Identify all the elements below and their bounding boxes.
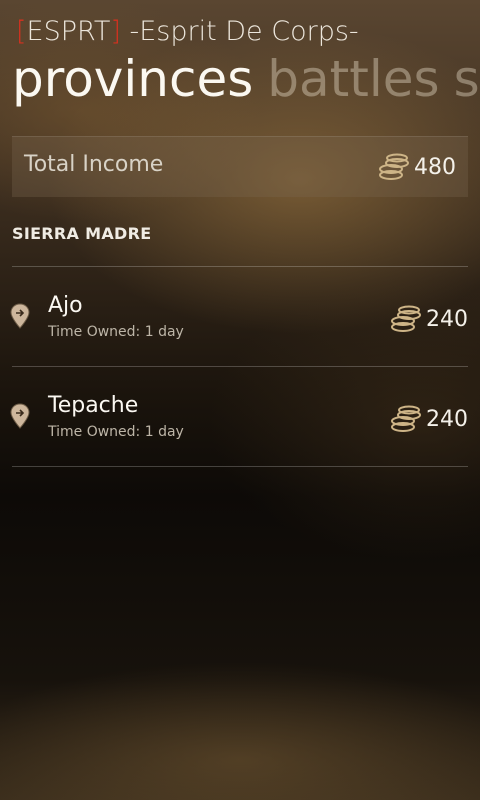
coin-stack-icon [391, 405, 421, 432]
clan-name: -Esprit De Corps- [120, 16, 359, 47]
total-income-value: 480 [414, 154, 456, 180]
app-title: [ESPRT] -Esprit De Corps- [16, 16, 359, 50]
total-income-panel: Total Income 480 [12, 136, 468, 197]
province-income-value: 240 [426, 306, 468, 332]
province-name: Tepache [48, 393, 139, 418]
province-name: Ajo [48, 293, 83, 318]
coin-stack-icon [379, 153, 409, 180]
province-time-owned: Time Owned: 1 day [48, 324, 184, 340]
map-pin-icon [10, 303, 30, 329]
province-income: 240 [390, 305, 468, 333]
tab-provinces[interactable]: provinces [12, 48, 253, 110]
total-income-label: Total Income [24, 152, 164, 177]
coin-stack-icon [391, 305, 421, 332]
province-row-tepache[interactable]: Tepache Time Owned: 1 day 240 [0, 367, 480, 467]
province-income-value: 240 [426, 406, 468, 432]
tab-next[interactable]: s [454, 48, 480, 110]
bracket-close: ] [110, 16, 121, 47]
map-pin-icon [10, 403, 30, 429]
divider [12, 466, 468, 467]
region-heading: SIERRA MADRE [12, 224, 152, 243]
clan-tag: ESPRT [26, 16, 111, 47]
tab-battles[interactable]: battles [267, 48, 439, 110]
province-income: 240 [390, 405, 468, 433]
pivot-header: provinces battles s [12, 48, 480, 110]
total-income-amount: 480 [378, 153, 456, 181]
bracket-open: [ [16, 16, 27, 47]
province-row-ajo[interactable]: Ajo Time Owned: 1 day 240 [0, 267, 480, 367]
province-time-owned: Time Owned: 1 day [48, 424, 184, 440]
